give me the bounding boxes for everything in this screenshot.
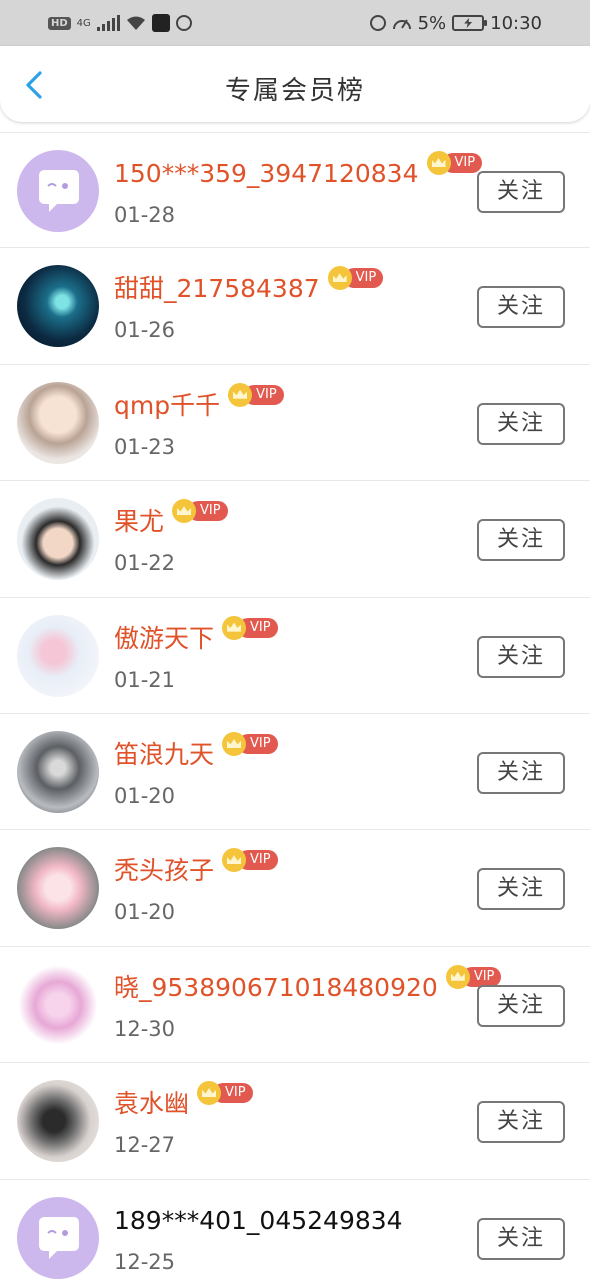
crown-icon: [197, 1081, 222, 1106]
member-name-line: 傲游天下 VIP: [114, 615, 278, 654]
member-name-line: 晓_953890671018480920 VIP: [114, 964, 502, 1003]
network-type: 4G: [76, 17, 91, 29]
alarm-icon: [175, 15, 192, 31]
avatar[interactable]: [17, 150, 99, 232]
member-row[interactable]: 傲游天下 VIP 01-21 关注: [0, 598, 590, 714]
vip-badge: VIP: [228, 382, 284, 407]
avatar[interactable]: [17, 1196, 99, 1279]
speed-icon: [392, 19, 411, 30]
member-name-line: 果尤 VIP: [114, 499, 228, 537]
member-name: 秃头孩子: [114, 856, 215, 886]
vip-badge: VIP: [172, 499, 228, 524]
avatar[interactable]: [17, 730, 99, 813]
member-row[interactable]: 袁水幽 VIP 12-27 关注: [0, 1063, 590, 1180]
crown-icon: [445, 964, 470, 989]
crown-icon: [426, 151, 451, 175]
crown-icon: [172, 499, 197, 524]
status-bar: HD 4G 5% 10:30: [0, 0, 590, 46]
battery-icon: [452, 15, 488, 31]
member-name: 笛浪九天: [114, 739, 215, 769]
member-date: 12-30: [114, 1016, 176, 1041]
member-date: 12-25: [114, 1249, 176, 1274]
vip-badge: VIP: [222, 615, 278, 640]
member-name: 150***359_3947120834: [114, 159, 419, 188]
avatar[interactable]: [17, 963, 99, 1046]
vip-badge: VIP: [197, 1081, 253, 1106]
follow-button[interactable]: 关注: [477, 286, 565, 329]
member-date: 12-27: [114, 1133, 176, 1158]
clock-time: 10:30: [490, 12, 542, 34]
avatar[interactable]: [17, 265, 99, 348]
member-name-line: 袁水幽 VIP: [114, 1081, 253, 1119]
vip-badge: VIP: [222, 731, 278, 756]
follow-button[interactable]: 关注: [477, 868, 565, 911]
vip-badge: VIP: [222, 848, 278, 873]
member-row[interactable]: 笛浪九天 VIP 01-20 关注: [0, 714, 590, 831]
member-name-line: 秃头孩子 VIP: [114, 848, 278, 886]
avatar[interactable]: [17, 1080, 99, 1163]
battery-percent: 5%: [417, 12, 447, 34]
member-date: 01-20: [114, 900, 176, 925]
member-date: 01-20: [114, 783, 176, 808]
avatar[interactable]: [17, 498, 99, 581]
chat-bubble-icon: [39, 170, 79, 212]
member-name: 甜甜_217584387: [114, 274, 320, 304]
follow-button[interactable]: 关注: [477, 1217, 565, 1260]
member-name: qmp千千: [114, 390, 221, 420]
member-row[interactable]: 果尤 VIP 01-22 关注: [0, 481, 590, 598]
status-right: 5% 10:30: [369, 12, 542, 34]
vip-badge: VIP: [426, 151, 483, 175]
crown-icon: [222, 615, 247, 640]
member-list: 150***359_3947120834 VIP 01-28 关注 甜甜_2175843…: [0, 132, 590, 1280]
member-row[interactable]: 150***359_3947120834 VIP 01-28 关注: [0, 132, 590, 249]
chat-bubble-icon: [39, 1216, 79, 1259]
signal-icon: [96, 15, 120, 31]
member-date: 01-28: [114, 203, 176, 227]
member-row[interactable]: 甜甜_217584387 VIP 01-26 关注: [0, 248, 590, 365]
avatar[interactable]: [17, 614, 99, 697]
member-name-line: 189***401_045249834: [114, 1206, 403, 1236]
member-name-line: 150***359_3947120834 VIP: [114, 151, 483, 189]
avatar[interactable]: [17, 381, 99, 464]
member-name-line: qmp千千 VIP: [114, 382, 284, 421]
follow-button[interactable]: 关注: [477, 984, 565, 1027]
member-date: 01-21: [114, 667, 176, 692]
crown-icon: [228, 382, 253, 407]
status-left: HD 4G: [48, 12, 192, 34]
crown-icon: [327, 266, 352, 291]
page-title: 专属会员榜: [224, 76, 365, 106]
follow-button[interactable]: 关注: [477, 171, 565, 213]
member-name-line: 甜甜_217584387 VIP: [114, 266, 384, 304]
crown-icon: [222, 731, 247, 756]
member-date: 01-26: [114, 318, 176, 343]
member-row[interactable]: 189***401_045249834 12-25 关注: [0, 1180, 590, 1280]
member-name: 袁水幽: [114, 1089, 190, 1119]
follow-button[interactable]: 关注: [477, 519, 565, 562]
member-row[interactable]: 晓_953890671018480920 VIP 12-30 关注: [0, 947, 590, 1064]
member-date: 01-22: [114, 551, 176, 576]
member-name: 果尤: [114, 507, 165, 537]
hd-indicator: HD: [48, 16, 71, 30]
avatar[interactable]: [17, 847, 99, 930]
member-row[interactable]: qmp千千 VIP 01-23 关注: [0, 365, 590, 482]
follow-button[interactable]: 关注: [477, 635, 565, 678]
member-row[interactable]: 秃头孩子 VIP 01-20 关注: [0, 830, 590, 947]
app-header: 专属会员榜: [0, 46, 590, 122]
member-name: 傲游天下: [114, 623, 215, 653]
follow-button[interactable]: 关注: [477, 402, 565, 445]
alarm-clock-icon: [369, 15, 386, 31]
member-name: 晓_953890671018480920: [114, 972, 438, 1002]
member-name: 189***401_045249834: [114, 1205, 403, 1235]
app-notification-icon: [151, 14, 170, 32]
wifi-icon: [126, 16, 145, 30]
member-name-line: 笛浪九天 VIP: [114, 731, 278, 770]
follow-button[interactable]: 关注: [477, 751, 565, 794]
vip-badge: VIP: [327, 266, 384, 291]
follow-button[interactable]: 关注: [477, 1101, 565, 1144]
member-date: 01-23: [114, 434, 176, 459]
